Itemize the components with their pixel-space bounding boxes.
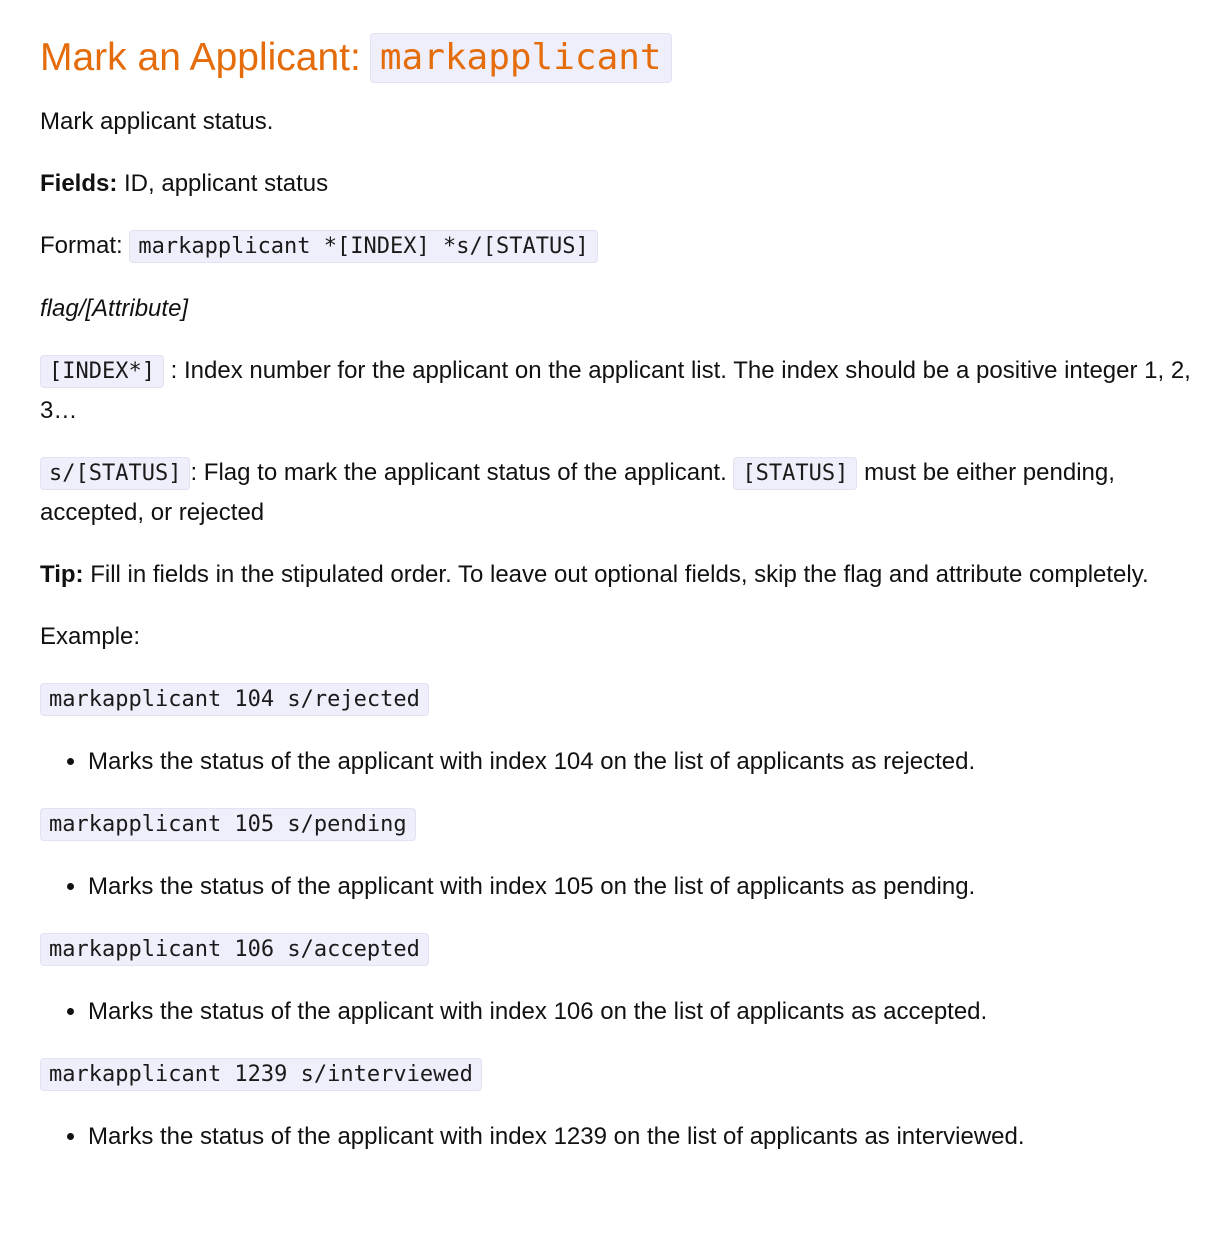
flag-note-text: flag/[Attribute] — [40, 295, 189, 322]
section-heading-text: Mark an Applicant: — [40, 36, 361, 79]
example-description-list: Marks the status of the applicant with i… — [40, 867, 1222, 906]
example-description-list: Marks the status of the applicant with i… — [40, 1117, 1222, 1156]
example-description-list: Marks the status of the applicant with i… — [40, 992, 1222, 1031]
index-parameter-text: : Index number for the applicant on the … — [40, 357, 1191, 424]
example-code: markapplicant 104 s/rejected — [40, 683, 429, 716]
tip-label: Tip: — [40, 561, 84, 588]
index-parameter-code: [INDEX*] — [40, 355, 164, 388]
format-line: Format: markapplicant *[INDEX] *s/[STATU… — [40, 226, 1222, 266]
example-code-line: markapplicant 106 s/accepted — [40, 929, 1222, 969]
section-heading-command-code: markapplicant — [369, 33, 672, 83]
tip-line: Tip: Fill in fields in the stipulated or… — [40, 555, 1220, 594]
format-label: Format: — [40, 232, 123, 259]
example-code-line: markapplicant 1239 s/interviewed — [40, 1054, 1222, 1094]
status-parameter-text: : Flag to mark the applicant status of t… — [190, 459, 727, 486]
index-parameter-line: [INDEX*] : Index number for the applican… — [40, 351, 1220, 430]
example-code-line: markapplicant 104 s/rejected — [40, 679, 1222, 719]
flag-note: flag/[Attribute] — [40, 289, 1222, 328]
format-code: markapplicant *[INDEX] *s/[STATUS] — [129, 230, 598, 263]
section-heading: Mark an Applicant: markapplicant — [40, 30, 1222, 86]
example-description: Marks the status of the applicant with i… — [88, 1117, 1222, 1156]
status-parameter-line: s/[STATUS]: Flag to mark the applicant s… — [40, 453, 1220, 532]
example-code: markapplicant 106 s/accepted — [40, 933, 429, 966]
fields-value: ID, applicant status — [124, 170, 329, 197]
command-description: Mark applicant status. — [40, 108, 274, 135]
tip-text: Fill in fields in the stipulated order. … — [90, 561, 1149, 588]
example-code: markapplicant 1239 s/interviewed — [40, 1058, 482, 1091]
example-label: Example: — [40, 623, 141, 650]
example-description-list: Marks the status of the applicant with i… — [40, 742, 1222, 781]
example-code: markapplicant 105 s/pending — [40, 808, 416, 841]
status-placeholder-code: [STATUS] — [733, 457, 858, 490]
example-code-line: markapplicant 105 s/pending — [40, 804, 1222, 844]
status-parameter-code: s/[STATUS] — [40, 457, 191, 490]
example-description: Marks the status of the applicant with i… — [88, 742, 1222, 781]
fields-label: Fields: — [40, 170, 118, 197]
document-page: Mark an Applicant: markapplicant Mark ap… — [0, 0, 1222, 1156]
example-description: Marks the status of the applicant with i… — [88, 992, 1222, 1031]
fields-line: Fields: ID, applicant status — [40, 164, 1222, 203]
example-description: Marks the status of the applicant with i… — [88, 867, 1222, 906]
